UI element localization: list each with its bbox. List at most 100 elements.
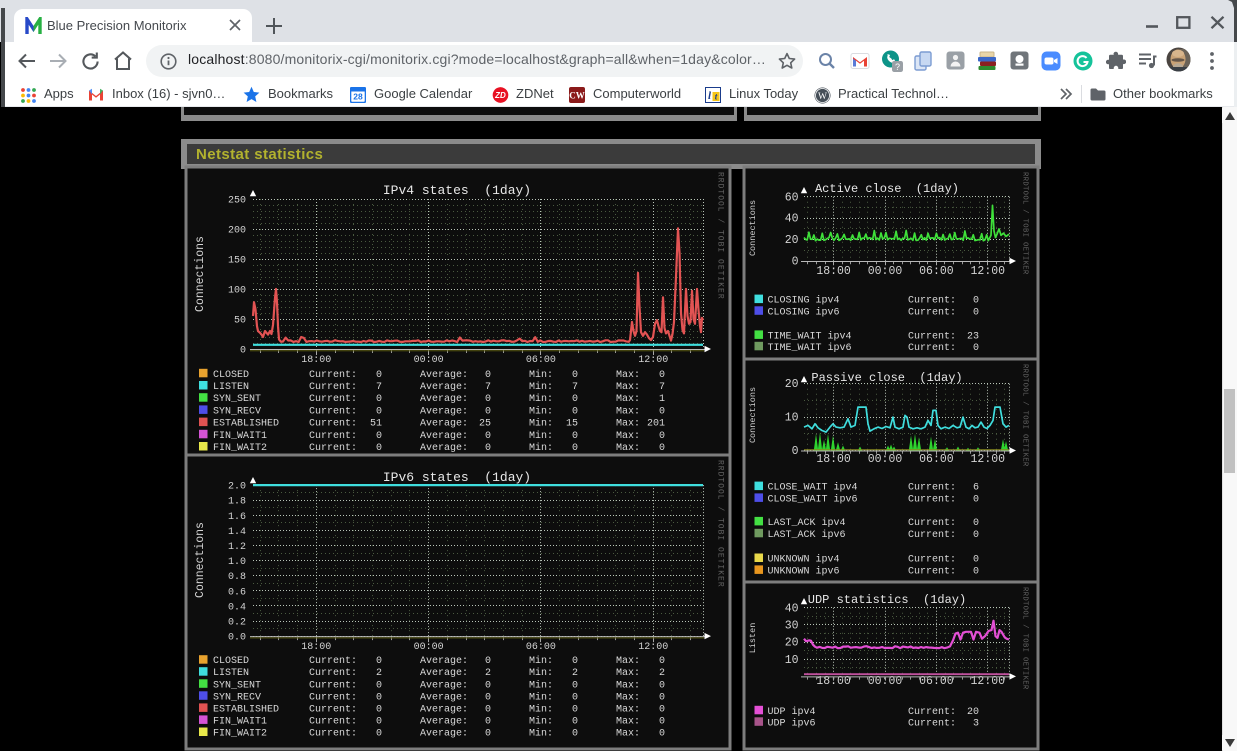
- svg-text:0: 0: [376, 716, 382, 727]
- svg-text:0: 0: [659, 370, 665, 381]
- svg-text:Min:: Min:: [529, 430, 553, 442]
- svg-text:00:00: 00:00: [414, 642, 444, 653]
- svg-text:20: 20: [785, 637, 799, 650]
- svg-text:Current:: Current:: [908, 331, 956, 342]
- svg-text:Max:: Max:: [616, 406, 640, 417]
- svg-text:0: 0: [485, 406, 491, 417]
- svg-text:LAST_ACK ipv4: LAST_ACK ipv4: [768, 517, 846, 529]
- svg-text:Current:: Current:: [309, 419, 357, 430]
- svg-text:0: 0: [485, 704, 491, 715]
- svg-text:Average:: Average:: [420, 370, 468, 381]
- svg-text:1: 1: [659, 394, 665, 405]
- svg-text:06:00: 06:00: [526, 355, 556, 366]
- svg-text:18:00: 18:00: [816, 265, 851, 278]
- svg-text:7: 7: [485, 382, 491, 393]
- svg-text:CLOSE_WAIT ipv6: CLOSE_WAIT ipv6: [768, 493, 858, 505]
- svg-text:0: 0: [376, 656, 382, 667]
- svg-text:0.6: 0.6: [228, 587, 246, 598]
- svg-text:0.4: 0.4: [228, 602, 246, 613]
- svg-text:2: 2: [376, 668, 382, 679]
- svg-text:18:00: 18:00: [816, 453, 851, 466]
- svg-text:Max:: Max:: [616, 692, 640, 703]
- svg-text:0: 0: [973, 566, 979, 577]
- svg-text:Current:: Current:: [908, 343, 956, 354]
- svg-text:7: 7: [659, 382, 665, 393]
- svg-text:Min:: Min:: [529, 442, 553, 454]
- svg-text:0: 0: [572, 431, 578, 442]
- svg-text:UNKNOWN ipv6: UNKNOWN ipv6: [768, 565, 840, 577]
- svg-text:Current:: Current:: [309, 431, 357, 442]
- svg-text:Current:: Current:: [309, 370, 357, 381]
- svg-text:Current:: Current:: [309, 443, 357, 454]
- svg-text:0: 0: [376, 394, 382, 405]
- svg-text:Current:: Current:: [309, 394, 357, 405]
- svg-text:0: 0: [659, 704, 665, 715]
- svg-text:25: 25: [479, 419, 491, 430]
- svg-text:0: 0: [376, 406, 382, 417]
- svg-text:3: 3: [973, 718, 979, 729]
- svg-text:Average:: Average:: [420, 382, 468, 393]
- svg-text:10: 10: [785, 654, 799, 667]
- svg-text:0: 0: [572, 394, 578, 405]
- svg-text:Min:: Min:: [529, 381, 553, 393]
- svg-text:40: 40: [785, 602, 799, 615]
- svg-text:0: 0: [659, 716, 665, 727]
- svg-text:Max:: Max:: [616, 443, 640, 454]
- svg-text:2: 2: [485, 668, 491, 679]
- svg-text:0: 0: [659, 692, 665, 703]
- svg-text:0: 0: [485, 443, 491, 454]
- svg-text:UDP ipv6: UDP ipv6: [768, 717, 816, 729]
- svg-text:IPv4 states (1day): IPv4 states (1day): [383, 183, 531, 198]
- svg-text:Passive close (1day): Passive close (1day): [811, 371, 962, 385]
- svg-text:1.2: 1.2: [228, 542, 246, 553]
- svg-text:0: 0: [572, 680, 578, 691]
- svg-text:30: 30: [785, 619, 799, 632]
- svg-text:FIN_WAIT1: FIN_WAIT1: [213, 716, 267, 727]
- svg-text:0: 0: [376, 431, 382, 442]
- svg-text:18:00: 18:00: [301, 642, 331, 653]
- svg-text:1.0: 1.0: [228, 557, 246, 568]
- svg-text:Max:: Max:: [616, 716, 640, 727]
- svg-text:FIN_WAIT2: FIN_WAIT2: [213, 729, 267, 740]
- svg-text:0: 0: [659, 680, 665, 691]
- svg-text:0: 0: [485, 729, 491, 740]
- svg-text:Connections: Connections: [194, 522, 207, 598]
- svg-text:0: 0: [376, 680, 382, 691]
- svg-text:100: 100: [228, 286, 246, 297]
- svg-text:0: 0: [376, 692, 382, 703]
- svg-text:Current:: Current:: [908, 555, 956, 566]
- svg-text:Min:: Min:: [529, 655, 553, 667]
- svg-text:1.4: 1.4: [228, 527, 246, 538]
- svg-text:FIN_WAIT2: FIN_WAIT2: [213, 443, 267, 454]
- svg-text:Min:: Min:: [529, 703, 553, 715]
- svg-text:0.2: 0.2: [228, 618, 246, 629]
- svg-text:1.8: 1.8: [228, 497, 246, 508]
- svg-text:ESTABLISHED: ESTABLISHED: [213, 419, 279, 430]
- svg-text:RRDTOOL / TOBI OETIKER: RRDTOOL / TOBI OETIKER: [1021, 364, 1029, 467]
- svg-text:0: 0: [659, 431, 665, 442]
- svg-text:12:00: 12:00: [638, 355, 668, 366]
- svg-text:Connections: Connections: [748, 200, 758, 256]
- svg-text:0: 0: [485, 431, 491, 442]
- svg-text:00:00: 00:00: [414, 355, 444, 366]
- svg-text:Current:: Current:: [309, 729, 357, 740]
- svg-text:TIME_WAIT ipv4: TIME_WAIT ipv4: [768, 330, 852, 342]
- svg-text:RRDTOOL / TOBI OETIKER: RRDTOOL / TOBI OETIKER: [1021, 172, 1029, 275]
- svg-text:0: 0: [973, 307, 979, 318]
- svg-text:CLOSE_WAIT ipv4: CLOSE_WAIT ipv4: [768, 482, 858, 494]
- svg-text:0.0: 0.0: [228, 633, 246, 644]
- svg-text:Min:: Min:: [529, 691, 553, 703]
- svg-text:0: 0: [572, 692, 578, 703]
- svg-text:0: 0: [792, 445, 799, 458]
- svg-text:UNKNOWN ipv4: UNKNOWN ipv4: [768, 554, 840, 566]
- svg-text:Current:: Current:: [309, 692, 357, 703]
- svg-text:Connections: Connections: [194, 236, 207, 312]
- svg-text:Listen: Listen: [748, 623, 758, 654]
- svg-text:06:00: 06:00: [919, 265, 954, 278]
- svg-text:CLOSED: CLOSED: [213, 370, 249, 381]
- svg-text:0: 0: [485, 692, 491, 703]
- svg-text:Current:: Current:: [309, 406, 357, 417]
- svg-text:Min:: Min:: [529, 679, 553, 691]
- svg-text:0: 0: [376, 370, 382, 381]
- svg-text:0: 0: [485, 394, 491, 405]
